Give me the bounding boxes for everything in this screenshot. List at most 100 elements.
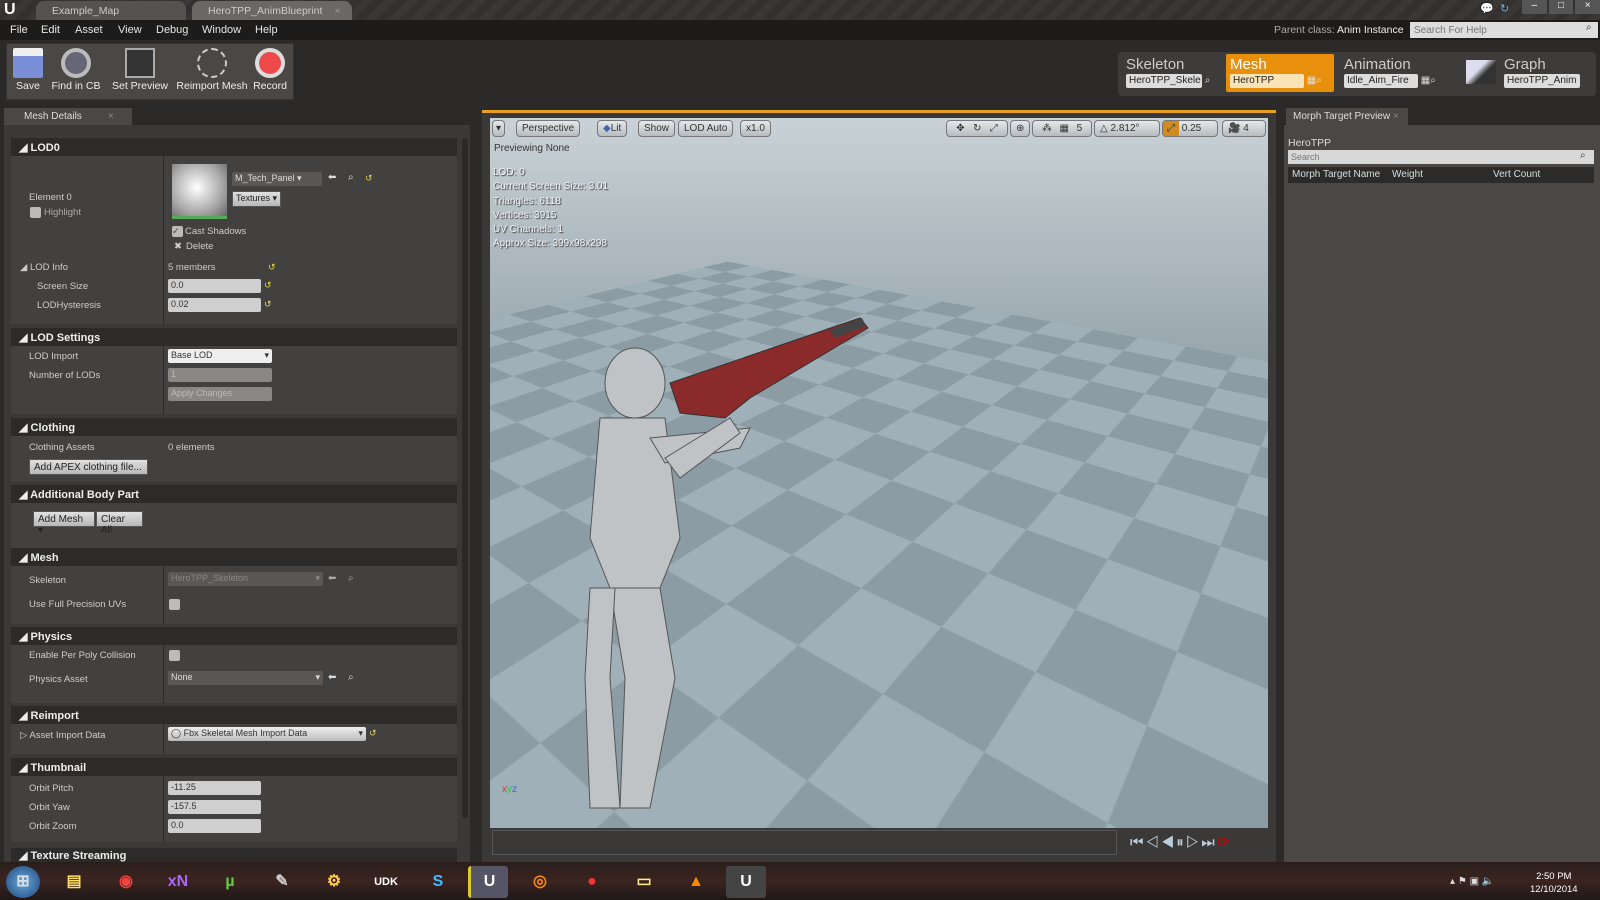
section-texture-streaming[interactable]: ◢ Texture Streaming — [11, 848, 457, 862]
camera-speed-value[interactable]: 4 — [1243, 123, 1249, 134]
close-icon[interactable]: × — [334, 5, 340, 17]
rotate-icon[interactable]: ↻ — [973, 123, 981, 134]
perspective-button[interactable]: Perspective — [516, 120, 581, 137]
lod-info-expander[interactable]: ◢ LOD Info — [20, 262, 68, 273]
update-icon[interactable]: ↻ — [1500, 2, 1509, 15]
section-clothing[interactable]: ◢ Clothing — [11, 418, 457, 436]
column-header[interactable]: Weight — [1392, 169, 1423, 180]
loop-icon[interactable]: ⟳ — [1217, 834, 1232, 851]
skype-icon[interactable]: S — [418, 866, 458, 898]
material-thumbnail[interactable] — [172, 164, 227, 219]
viewport-options-button[interactable]: ▾ — [492, 120, 506, 137]
menu-file[interactable]: File — [10, 24, 28, 36]
gimp-icon[interactable]: ✎ — [262, 866, 302, 898]
full-precision-uvs-checkbox[interactable] — [169, 599, 180, 610]
section-additional-body-part[interactable]: ◢ Additional Body Part — [11, 485, 457, 503]
mode-skeleton[interactable]: Skeleton HeroTPP_Skele ⌕ — [1122, 54, 1222, 92]
skeleton-dropdown[interactable]: HeroTPP_Skeleton ▾ — [168, 572, 323, 586]
browse-search-icon[interactable]: ⌕ — [348, 573, 354, 584]
search-icon[interactable]: ⌕ — [1316, 75, 1322, 86]
udk-icon[interactable]: UDK — [366, 866, 406, 898]
close-window-icon[interactable]: × — [1575, 0, 1600, 14]
delete-icon[interactable]: ✖ — [174, 241, 182, 252]
translate-icon[interactable]: ✥ — [956, 123, 964, 134]
menu-debug[interactable]: Debug — [156, 24, 188, 36]
close-icon[interactable]: × — [108, 111, 114, 122]
mode-asset-field[interactable]: HeroTPP_Anim — [1504, 74, 1580, 88]
tab-example-map[interactable]: Example_Map — [36, 1, 186, 20]
grid-icon[interactable]: ▦ — [1421, 75, 1430, 86]
section-lod-settings[interactable]: ◢ LOD Settings — [11, 328, 457, 346]
morph-search-input[interactable] — [1288, 150, 1594, 164]
search-icon[interactable]: ⌕ — [1205, 75, 1211, 86]
utorrent-icon[interactable]: µ — [210, 866, 250, 898]
add-mesh-button[interactable]: Add Mesh ▾ — [33, 511, 95, 536]
playback-speed-button[interactable]: x1.0 — [740, 120, 771, 137]
reset-icon[interactable]: ↺ — [268, 262, 276, 273]
section-lod0[interactable]: ◢ LOD0 — [11, 138, 457, 156]
app-icon[interactable]: ⚙ — [314, 866, 354, 898]
lod-auto-button[interactable]: LOD Auto — [678, 120, 734, 137]
volume-icon[interactable]: 🔈 — [1482, 876, 1494, 887]
network-icon[interactable]: ▣ — [1470, 876, 1479, 887]
set-preview-button[interactable]: Set Preview — [110, 45, 170, 99]
section-physics[interactable]: ◢ Physics — [11, 627, 457, 645]
lod-hysteresis-input[interactable]: 0.02 — [168, 298, 261, 312]
use-selected-arrow-icon[interactable]: ⬅ — [328, 172, 336, 183]
timeline-scrubber[interactable] — [492, 830, 1117, 855]
flag-icon[interactable]: ⚑ — [1458, 876, 1467, 887]
mode-graph[interactable]: Graph HeroTPP_Anim — [1500, 54, 1598, 92]
browse-search-icon[interactable]: ⌕ — [348, 672, 354, 683]
menu-help[interactable]: Help — [255, 24, 278, 36]
scale-snap-value[interactable]: 0.25 — [1182, 123, 1201, 134]
section-thumbnail[interactable]: ◢ Thumbnail — [11, 758, 457, 776]
tab-anim-blueprint[interactable]: HeroTPP_AnimBlueprint × — [192, 1, 352, 20]
mode-asset-field[interactable]: Idle_Aim_Fire — [1344, 74, 1418, 88]
vlc-icon[interactable]: ▲ — [676, 866, 716, 898]
details-scrollbar[interactable] — [462, 138, 468, 818]
clear-all-button[interactable]: Clear All — [96, 511, 143, 536]
show-button[interactable]: Show — [638, 120, 676, 137]
lod-import-dropdown[interactable]: Base LOD ▾ — [168, 349, 272, 363]
section-reimport[interactable]: ◢ Reimport — [11, 706, 457, 724]
orbit-pitch-input[interactable]: -11.25 — [168, 781, 261, 795]
per-poly-collision-checkbox[interactable] — [169, 650, 180, 661]
first-frame-icon[interactable]: ⏮ — [1130, 834, 1146, 851]
menu-window[interactable]: Window — [202, 24, 241, 36]
world-local-icon[interactable]: ⊕ — [1010, 120, 1031, 137]
cast-shadows-checkbox[interactable]: ✓ — [172, 226, 183, 237]
reimport-mesh-button[interactable]: Reimport Mesh — [174, 45, 250, 99]
orbit-yaw-input[interactable]: -157.5 — [168, 800, 261, 814]
column-header[interactable]: Morph Target Name — [1292, 169, 1380, 180]
mode-mesh[interactable]: Mesh HeroTPP ▦⌕ — [1226, 54, 1334, 92]
morph-target-preview-tab[interactable]: Morph Target Preview × — [1286, 108, 1408, 125]
mode-asset-field[interactable]: HeroTPP — [1230, 74, 1304, 88]
minimize-icon[interactable]: – — [1522, 0, 1547, 14]
reset-icon[interactable]: ↺ — [365, 173, 373, 184]
angle-icon[interactable]: △ — [1100, 123, 1108, 134]
scale-icon[interactable]: ⤢ — [990, 123, 998, 134]
asset-import-data-dropdown[interactable]: ◯ Fbx Skeletal Mesh Import Data ▾ — [168, 727, 366, 741]
lit-button[interactable]: ◆Lit — [597, 120, 628, 137]
asset-import-data-expander[interactable]: ▷ Asset Import Data — [20, 730, 105, 741]
xnormal-icon[interactable]: xN — [158, 866, 198, 898]
last-frame-icon[interactable]: ⏭ — [1201, 834, 1217, 851]
explorer-icon[interactable]: ▤ — [54, 866, 94, 898]
use-selected-arrow-icon[interactable]: ⬅ — [328, 672, 336, 683]
play-reverse-icon[interactable]: ◀ — [1161, 834, 1176, 851]
record-button[interactable]: Record — [248, 45, 292, 99]
close-icon[interactable]: × — [1393, 111, 1399, 122]
prev-frame-icon[interactable]: ◁ — [1146, 834, 1161, 851]
camera-icon[interactable]: 🎥 — [1228, 123, 1240, 134]
search-icon[interactable]: ⌕ — [1430, 75, 1436, 86]
use-selected-arrow-icon[interactable]: ⬅ — [328, 573, 336, 584]
screen-size-input[interactable]: 0.0 — [168, 279, 261, 293]
browse-search-icon[interactable]: ⌕ — [348, 172, 354, 183]
unreal-editor-icon[interactable]: U — [468, 866, 508, 898]
find-in-cb-button[interactable]: Find in CB — [48, 45, 104, 99]
add-apex-clothing-button[interactable]: Add APEX clothing file... — [29, 459, 148, 475]
reset-icon[interactable]: ↺ — [369, 728, 377, 739]
mode-asset-field[interactable]: HeroTPP_Skele — [1126, 74, 1202, 88]
reset-icon[interactable]: ↺ — [264, 299, 272, 310]
menu-asset[interactable]: Asset — [75, 24, 103, 36]
